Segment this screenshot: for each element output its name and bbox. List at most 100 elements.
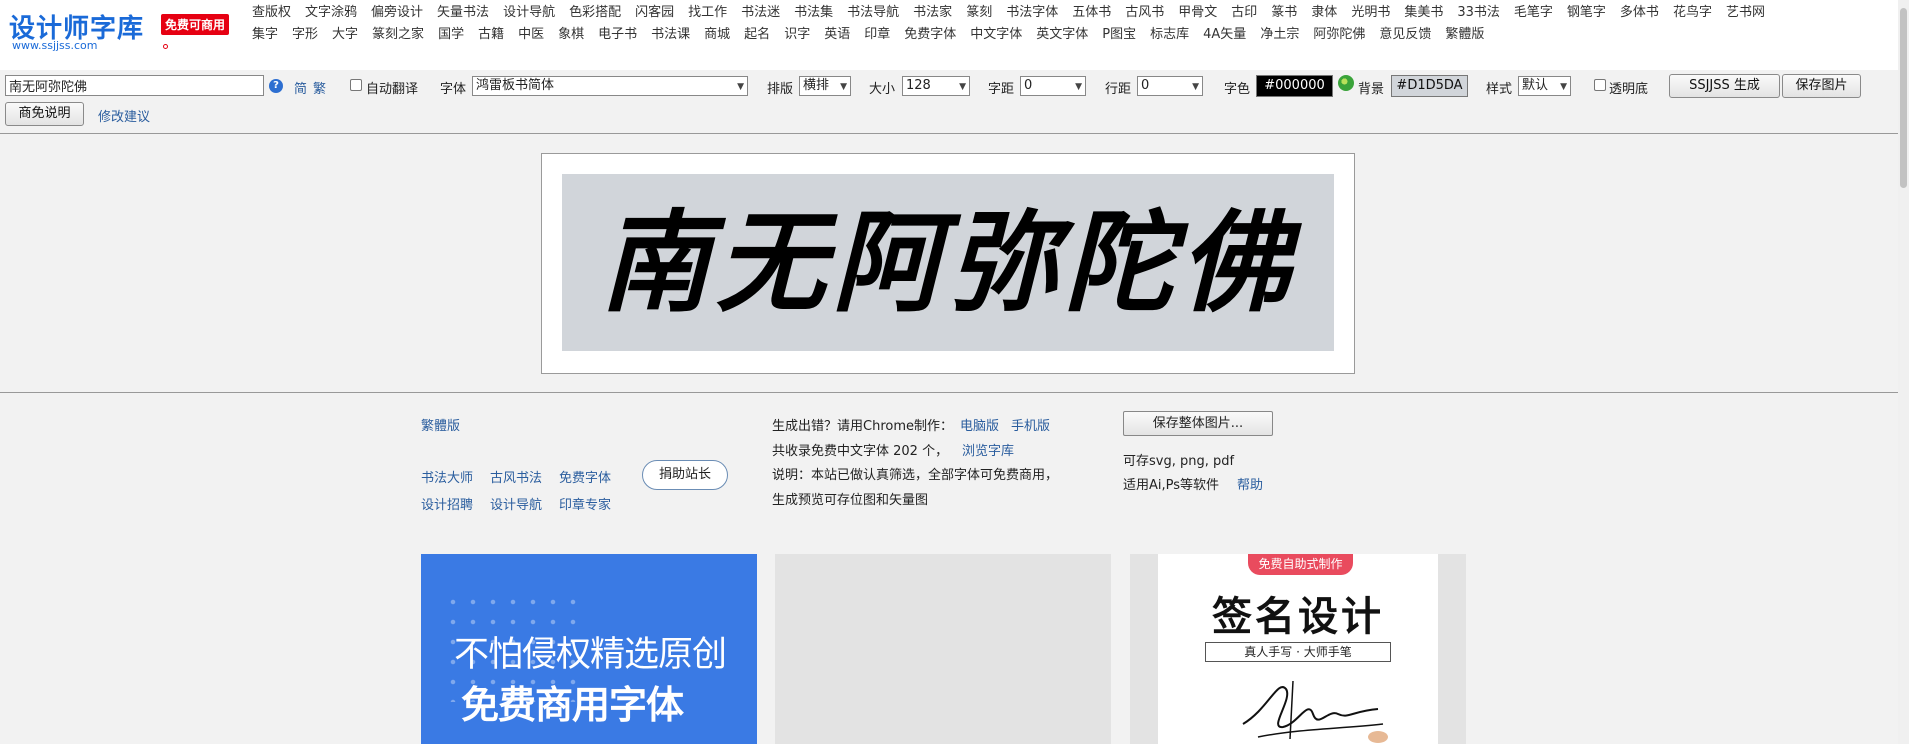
footer-link-seal-expert[interactable]: 印章专家 [559, 494, 611, 513]
nav-link[interactable]: 电子书 [598, 24, 637, 46]
size-select-value: 128 [906, 78, 931, 93]
nav-link[interactable]: 色彩搭配 [569, 2, 621, 24]
nav-link[interactable]: 古籍 [478, 24, 504, 46]
nav-link[interactable]: 中文字体 [970, 24, 1022, 46]
nav-link[interactable]: 五体书 [1072, 2, 1111, 24]
nav-link[interactable]: 书法字体 [1006, 2, 1058, 24]
mobile-version-link[interactable]: 手机版 [1011, 415, 1050, 434]
ad-placeholder[interactable] [775, 554, 1111, 744]
site-logo[interactable]: 设计师字库 免费可商用 www.ssjjss.com [9, 6, 239, 56]
footer-link-design-jobs[interactable]: 设计招聘 [421, 494, 473, 513]
nav-link[interactable]: 书法家 [913, 2, 952, 24]
question-circle-icon[interactable]: ? [269, 79, 283, 93]
line-select[interactable]: 0 ▼ [1137, 76, 1203, 96]
nav-link[interactable]: 标志库 [1150, 24, 1189, 46]
size-select[interactable]: 128 ▼ [902, 76, 970, 96]
nav-link[interactable]: 国学 [438, 24, 464, 46]
footer-link-calligraphy-master[interactable]: 书法大师 [421, 467, 473, 486]
nav-link[interactable]: 甲骨文 [1178, 2, 1217, 24]
nav-link[interactable]: 闪客园 [635, 2, 674, 24]
nav-link[interactable]: 篆书 [1271, 2, 1297, 24]
commercial-info-button[interactable]: 商免说明 [5, 102, 84, 126]
nav-link[interactable]: 隶体 [1311, 2, 1337, 24]
nav-link[interactable]: 英语 [824, 24, 850, 46]
nav-link[interactable]: 艺书网 [1726, 2, 1765, 24]
footer-link-free-fonts[interactable]: 免费字体 [559, 467, 611, 486]
nav-link[interactable]: 篆刻 [966, 2, 992, 24]
bg-color-field[interactable]: #D1D5DA [1391, 75, 1468, 97]
nav-link[interactable]: 查版权 [252, 2, 291, 24]
footer-link-ancient-calligraphy[interactable]: 古风书法 [490, 467, 542, 486]
nav-link[interactable]: 大字 [332, 24, 358, 46]
nav-link[interactable]: 书法集 [794, 2, 833, 24]
nav-link[interactable]: 字形 [292, 24, 318, 46]
browse-library-link[interactable]: 浏览字库 [962, 440, 1014, 459]
auto-translate-checkbox[interactable] [350, 79, 362, 91]
nav-link[interactable]: 印章 [864, 24, 890, 46]
help-link[interactable]: 帮助 [1237, 474, 1263, 493]
pc-version-link[interactable]: 电脑版 [960, 415, 999, 434]
line-label: 行距 [1105, 82, 1132, 97]
nav-link[interactable]: 象棋 [558, 24, 584, 46]
nav-link[interactable]: 集字 [252, 24, 278, 46]
nav-link[interactable]: 文字涂鸦 [305, 2, 357, 24]
transparent-checkbox[interactable] [1594, 79, 1606, 91]
nav-link[interactable]: 商城 [704, 24, 730, 46]
text-color-field[interactable]: #000000 [1256, 75, 1333, 97]
save-image-button[interactable]: 保存图片 [1782, 74, 1861, 98]
donate-button[interactable]: 捐助站长 [642, 460, 728, 490]
generate-button[interactable]: SSJJSS 生成 [1669, 74, 1780, 98]
nav-link[interactable]: P图宝 [1102, 24, 1136, 46]
nav-link[interactable]: 净土宗 [1260, 24, 1299, 46]
nav-link[interactable]: 古风书 [1125, 2, 1164, 24]
nav-link[interactable]: 设计导航 [503, 2, 555, 24]
nav-link[interactable]: 钢笔字 [1567, 2, 1606, 24]
spacing-select[interactable]: 0 ▼ [1020, 76, 1086, 96]
style-select[interactable]: 默认 ▼ [1518, 76, 1571, 96]
logo-dot-icon [163, 44, 168, 49]
preview-canvas[interactable]: 南无阿弥陀佛 [562, 174, 1334, 351]
nav-link[interactable]: 篆刻之家 [372, 24, 424, 46]
vertical-scrollbar[interactable] [1898, 0, 1909, 744]
nav-link[interactable]: 4A矢量 [1203, 24, 1246, 46]
palette-icon[interactable] [1338, 75, 1354, 91]
nav-link[interactable]: 识字 [784, 24, 810, 46]
nav-link[interactable]: 意见反馈 [1379, 24, 1431, 46]
nav-link[interactable]: 花鸟字 [1673, 2, 1712, 24]
font-select-value: 鸿雷板书简体 [476, 78, 555, 93]
nav-link[interactable]: 免费字体 [904, 24, 956, 46]
nav-link[interactable]: 找工作 [688, 2, 727, 24]
nav-link[interactable]: 起名 [744, 24, 770, 46]
save-all-button[interactable]: 保存整体图片... [1123, 411, 1273, 436]
nav-link[interactable]: 中医 [518, 24, 544, 46]
preview-frame: 南无阿弥陀佛 [541, 153, 1355, 374]
ad-signature-design[interactable]: 免费自助式制作 签名设计 真人手写 · 大师手笔 [1130, 554, 1466, 744]
nav-link[interactable]: 多体书 [1620, 2, 1659, 24]
traditional-version-link[interactable]: 繁體版 [421, 415, 460, 434]
simplified-link[interactable]: 简 [294, 78, 307, 97]
font-select[interactable]: 鸿雷板书简体 ▼ [472, 76, 748, 96]
chevron-down-icon: ▼ [1560, 82, 1567, 92]
error-hint: 生成出错？请用Chrome制作： [772, 419, 953, 434]
nav-link[interactable]: 阿弥陀佛 [1313, 24, 1365, 46]
scrollbar-thumb[interactable] [1900, 8, 1907, 188]
description-line-2: 生成预览可存位图和矢量图 [772, 493, 929, 508]
nav-link[interactable]: 英文字体 [1036, 24, 1088, 46]
nav-link[interactable]: 矢量书法 [437, 2, 489, 24]
suggest-link[interactable]: 修改建议 [98, 106, 150, 125]
nav-link[interactable]: 集美书 [1404, 2, 1443, 24]
nav-link[interactable]: 偏旁设计 [371, 2, 423, 24]
nav-link[interactable]: 书法课 [651, 24, 690, 46]
nav-link[interactable]: 毛笔字 [1514, 2, 1553, 24]
nav-link[interactable]: 繁體版 [1445, 24, 1484, 46]
layout-select[interactable]: 横排 ▼ [799, 76, 851, 96]
nav-link[interactable]: 33书法 [1457, 2, 1500, 24]
text-input[interactable] [5, 75, 264, 96]
traditional-link[interactable]: 繁 [313, 78, 326, 97]
nav-link[interactable]: 书法迷 [741, 2, 780, 24]
nav-link[interactable]: 光明书 [1351, 2, 1390, 24]
nav-link[interactable]: 书法导航 [847, 2, 899, 24]
footer-link-design-nav[interactable]: 设计导航 [490, 494, 542, 513]
ad-free-fonts[interactable]: 不怕侵权精选原创 免费商用字体 [421, 554, 757, 744]
nav-link[interactable]: 古印 [1231, 2, 1257, 24]
